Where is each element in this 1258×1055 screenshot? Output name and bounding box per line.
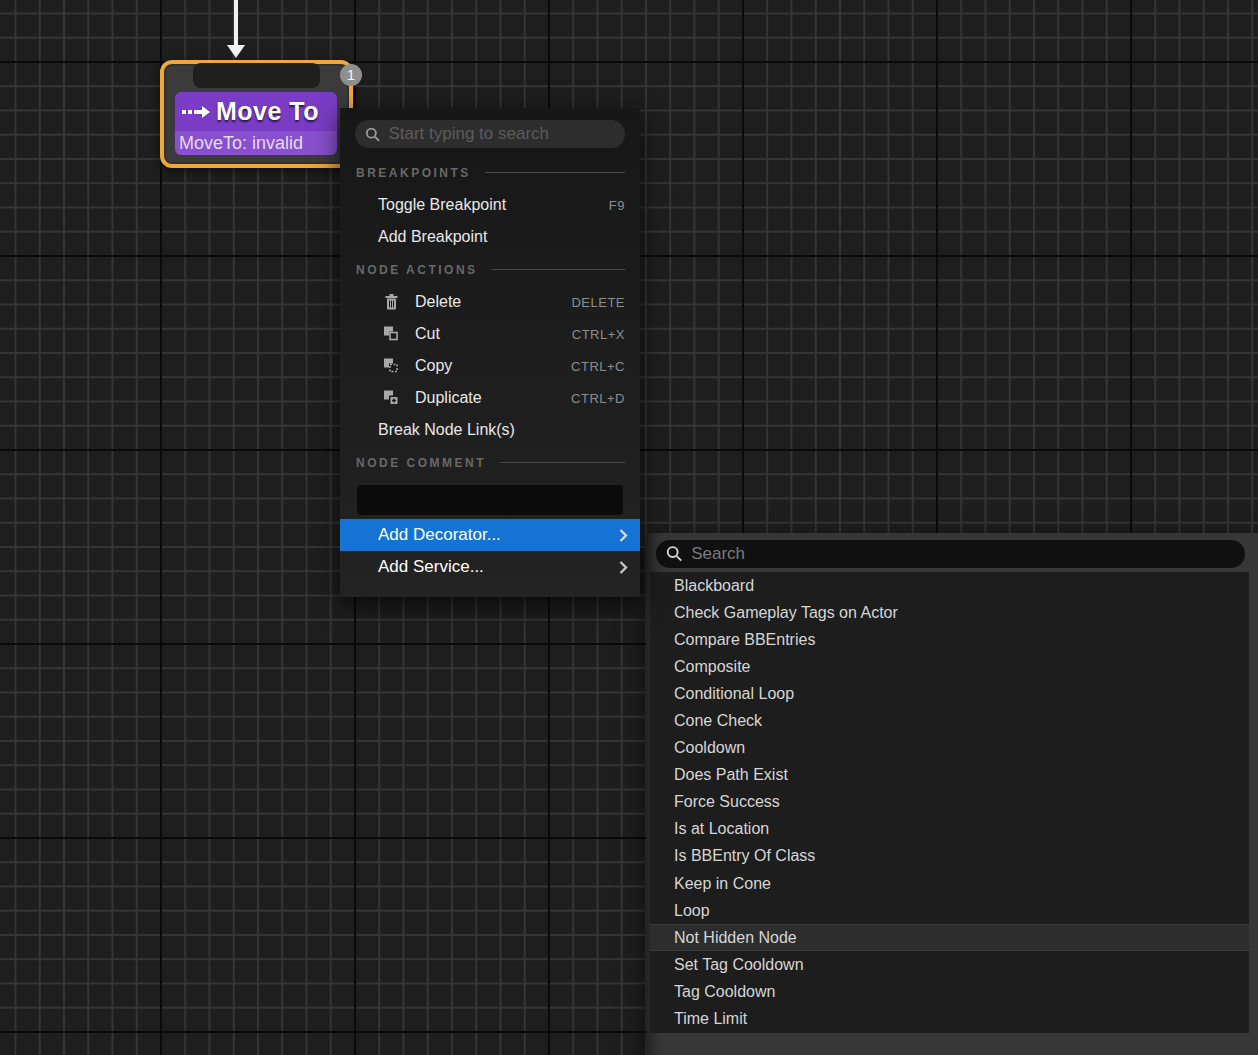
menu-item-copy[interactable]: Copy CTRL+C — [340, 350, 640, 382]
cut-icon — [383, 326, 400, 343]
decorator-item[interactable]: Loop — [650, 897, 1249, 924]
menu-item-add-decorator[interactable]: Add Decorator... — [340, 519, 640, 551]
decorator-item[interactable]: Composite — [650, 653, 1249, 680]
menu-item-cut[interactable]: Cut CTRL+X — [340, 318, 640, 350]
decorator-item[interactable]: Blackboard — [650, 572, 1249, 599]
graph-canvas[interactable]: 1 Move To MoveTo: invalid BREAKPOINTS T — [0, 0, 1258, 1055]
decorator-item[interactable]: Does Path Exist — [650, 762, 1249, 789]
chevron-right-icon — [619, 560, 628, 575]
menu-item-add-breakpoint[interactable]: Add Breakpoint — [340, 221, 640, 253]
section-node-actions: NODE ACTIONS — [340, 253, 640, 286]
decorator-item[interactable]: Is BBEntry Of Class — [650, 843, 1249, 870]
menu-item-add-service[interactable]: Add Service... — [340, 551, 640, 583]
menu-item-duplicate[interactable]: Duplicate CTRL+D — [340, 382, 640, 414]
decorator-item[interactable]: Compare BBEntries — [650, 626, 1249, 653]
decorator-item[interactable]: Force Success — [650, 789, 1249, 816]
decorator-item[interactable]: Set Tag Cooldown — [650, 951, 1249, 978]
node-input-wire — [234, 0, 238, 46]
decorator-item[interactable]: Is at Location — [650, 816, 1249, 843]
node-name-field[interactable] — [193, 63, 320, 88]
node-context-menu: BREAKPOINTS Toggle Breakpoint F9 Add Bre… — [340, 108, 640, 597]
move-to-node[interactable]: 1 Move To MoveTo: invalid — [160, 60, 353, 168]
menu-item-delete[interactable]: Delete DELETE — [340, 286, 640, 318]
decorator-item[interactable]: Tag Cooldown — [650, 978, 1249, 1005]
decorator-submenu: Blackboard Check Gameplay Tags on Actor … — [646, 533, 1258, 1055]
search-icon — [365, 126, 380, 143]
decorator-search-input[interactable] — [691, 544, 1235, 564]
search-icon — [666, 545, 683, 563]
decorator-item[interactable]: Check Gameplay Tags on Actor — [650, 599, 1249, 626]
chevron-right-icon — [619, 528, 628, 543]
decorator-item[interactable]: Keep in Cone — [650, 870, 1249, 897]
node-order-badge: 1 — [340, 64, 362, 86]
decorator-item[interactable]: Cone Check — [650, 707, 1249, 734]
section-breakpoints: BREAKPOINTS — [340, 156, 640, 189]
decorator-item[interactable]: Cooldown — [650, 735, 1249, 762]
node-header[interactable]: Move To — [175, 92, 337, 131]
decorator-item-hovered[interactable]: Not Hidden Node — [650, 924, 1249, 951]
context-menu-search[interactable] — [355, 120, 625, 148]
context-search-input[interactable] — [388, 124, 615, 144]
duplicate-icon — [383, 390, 400, 407]
decorator-search[interactable] — [656, 540, 1245, 568]
menu-item-toggle-breakpoint[interactable]: Toggle Breakpoint F9 — [340, 189, 640, 221]
decorator-item[interactable]: Time Limit — [650, 1006, 1249, 1033]
decorator-item[interactable]: Conditional Loop — [650, 680, 1249, 707]
trash-icon — [383, 294, 400, 311]
wire-arrowhead-icon — [227, 45, 245, 58]
node-title: Move To — [216, 97, 319, 126]
task-arrow-icon — [182, 106, 210, 118]
node-subtitle: MoveTo: invalid — [175, 131, 337, 155]
copy-icon — [383, 358, 400, 375]
section-node-comment: NODE COMMENT — [340, 446, 640, 479]
menu-item-break-node-links[interactable]: Break Node Link(s) — [340, 414, 640, 446]
node-comment-input[interactable] — [357, 485, 623, 515]
decorator-list: Blackboard Check Gameplay Tags on Actor … — [650, 572, 1249, 1033]
